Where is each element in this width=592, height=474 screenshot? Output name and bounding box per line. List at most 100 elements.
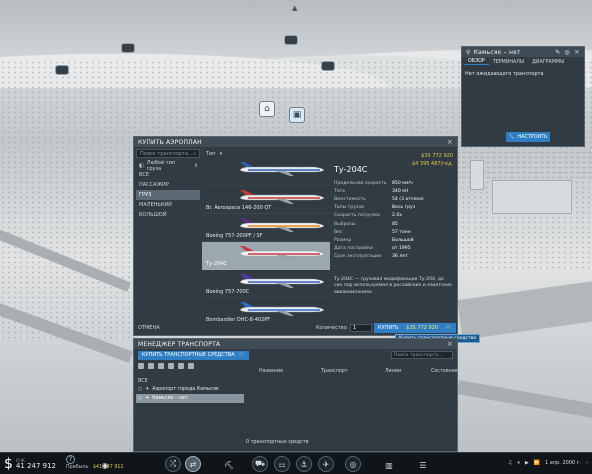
city-marker[interactable]: [56, 66, 68, 74]
vehicle-card[interactable]: Boeing 757-200PF / SF: [202, 214, 330, 242]
vehicle-manager-icon[interactable]: ⇄: [185, 456, 201, 472]
buy-vehicle-window: КУПИТЬ АЭРОПЛАН × Поиск транспорта... ⌕ …: [133, 136, 458, 336]
chevron-right-icon[interactable]: ›: [586, 460, 588, 466]
spec-key: Скорость погрузки: [334, 213, 380, 219]
city-marker[interactable]: [322, 62, 334, 70]
spec-row: Дата постройки от 1995: [334, 245, 454, 253]
locate-icon[interactable]: ◎: [564, 49, 569, 56]
close-icon[interactable]: ×: [447, 340, 453, 348]
money-display[interactable]: $ ОЧК 41 247 912: [4, 456, 56, 472]
spec-key: Дата постройки: [334, 246, 373, 252]
rail-icon[interactable]: ⚏: [274, 456, 290, 472]
spec-key: Вес: [334, 229, 343, 235]
info-titlebar[interactable]: ⚲ Камьсяк – нет ✎ ◎ ×: [462, 47, 584, 57]
spec-row: Предельная скорость 850 км/ч: [334, 179, 454, 187]
menu-icon[interactable]: ☰: [416, 459, 430, 471]
plane-icon[interactable]: [188, 363, 194, 369]
terrain-icon[interactable]: ◎: [345, 456, 361, 472]
water-icon[interactable]: ⚓: [296, 456, 312, 472]
station-tree: ВСЕ ○ ✈ Аэропорт города Камысяк ○ ✈ Камьсяк –…: [136, 377, 244, 403]
close-icon[interactable]: ×: [574, 48, 580, 56]
category-3[interactable]: МАЛЕНЬКИЙ: [136, 200, 200, 210]
road-icon[interactable]: ⛟: [252, 456, 268, 472]
radio-icon[interactable]: ○: [138, 387, 142, 392]
cargo-filter-dropdown[interactable]: ◧ Любой тип груза ⇕: [136, 160, 200, 172]
buy-label: КУПИТЬ: [378, 325, 399, 331]
column-header[interactable]: Транспорт: [321, 369, 385, 374]
manager-search-input[interactable]: Поиск транспорта...: [391, 351, 453, 359]
layers-icon[interactable]: ▥: [382, 459, 396, 471]
column-header[interactable]: Название: [259, 369, 321, 374]
spec-key: Предельная скорость: [334, 180, 387, 186]
vehicle-card[interactable]: Br. Aerospace 146-200 QT: [202, 186, 330, 214]
category-2[interactable]: ГРУЗ: [136, 190, 200, 200]
spec-value: Большой: [392, 237, 414, 243]
buy-window-titlebar[interactable]: КУПИТЬ АЭРОПЛАН ×: [134, 137, 457, 147]
spec-row: Тяга 340 кН: [334, 187, 454, 195]
compass-icon[interactable]: ▲: [292, 4, 297, 12]
wrench-icon: 🔧: [508, 134, 515, 140]
configure-button[interactable]: 🔧 НАСТРОИТЬ: [506, 132, 550, 142]
city-marker[interactable]: [122, 44, 134, 52]
music-icon[interactable]: ♫: [508, 460, 512, 466]
tram-icon[interactable]: [158, 363, 164, 369]
city-marker[interactable]: [285, 36, 297, 44]
radio-icon[interactable]: ○: [138, 396, 142, 401]
ship-icon[interactable]: [178, 363, 184, 369]
category-4[interactable]: БОЛЬШОЙ: [136, 210, 200, 220]
help-icon[interactable]: ?: [66, 455, 75, 464]
list-view-icon[interactable]: [138, 363, 144, 369]
tab-0[interactable]: ОБЗОР: [464, 59, 489, 65]
plane-image: [239, 162, 325, 176]
info-message: Нет ожидающего транспорта: [465, 71, 544, 77]
spec-value: 85: [392, 221, 398, 227]
cargo-icon[interactable]: ▣: [289, 107, 305, 123]
buy-button[interactable]: КУПИТЬ $35 772 920 🛒: [374, 323, 456, 333]
tab-2[interactable]: ДИАГРАММЫ: [528, 60, 568, 65]
plane-image: [239, 218, 325, 232]
spec-value: 57 тонн: [392, 229, 411, 235]
station-item[interactable]: ○ ✈ Камьсяк – нет: [136, 394, 244, 403]
fast-forward-icon[interactable]: ⏩: [534, 460, 540, 466]
spec-key: Тяга: [334, 188, 345, 194]
category-1[interactable]: ПАССАЖИР: [136, 180, 200, 190]
pause-icon[interactable]: ⏸: [517, 460, 520, 466]
bulldozer-icon[interactable]: ⛏: [222, 459, 236, 471]
spec-key: Вместимость: [334, 196, 366, 202]
vehicle-card[interactable]: Boeing 757-700С: [202, 270, 330, 298]
buy-vehicles-button[interactable]: КУПИТЬ ТРАНСПОРТНЫЕ СРЕДСТВА 🛒: [138, 350, 249, 360]
sort-dropdown[interactable]: Тип ▾: [202, 149, 330, 158]
column-header[interactable]: Линии: [385, 369, 431, 374]
airport-icon: ✈: [145, 387, 150, 392]
lines-icon[interactable]: ⤮: [165, 456, 181, 472]
play-icon[interactable]: ▶: [525, 460, 529, 466]
vehicle-description: Ту-204С — грузовая модификация Ту-204, д…: [334, 277, 452, 295]
vehicle-list[interactable]: Тип ▾ Br. Aerospace 146-200 QT Boeing 757…: [202, 149, 330, 321]
tab-1[interactable]: ТЕРМИНАЛЫ: [489, 60, 528, 65]
bottom-toolbar: $ ОЧК 41 247 912 ? Прибыль $41 247 912 ◉…: [0, 452, 592, 474]
vehicle-card[interactable]: Bombardier DHC-8-402PF: [202, 298, 330, 321]
bus-icon[interactable]: [148, 363, 154, 369]
quantity-field[interactable]: 1: [350, 324, 372, 332]
category-0[interactable]: ВСЕ: [136, 170, 200, 180]
column-header[interactable]: Состояние: [431, 369, 458, 374]
quantity-label: Количество: [316, 325, 347, 331]
station-item[interactable]: ○ ✈ Аэропорт города Камысяк: [136, 385, 244, 394]
vehicle-name: Boeing 757-200PF / SF: [206, 233, 263, 239]
speed-icon[interactable]: ◉: [98, 459, 112, 471]
vehicle-card[interactable]: Ту-204С: [202, 242, 330, 270]
cancel-button[interactable]: ОТМЕНА: [138, 325, 160, 331]
airport-icon[interactable]: ⌂: [259, 101, 275, 117]
air-icon[interactable]: ✈: [318, 456, 334, 472]
close-icon[interactable]: ×: [447, 138, 453, 146]
train-icon[interactable]: [168, 363, 174, 369]
spec-key: Типы грузов: [334, 205, 364, 211]
vehicle-search-input[interactable]: Поиск транспорта... ⌕: [136, 149, 200, 158]
taxiway: [456, 380, 592, 419]
edit-icon[interactable]: ✎: [555, 49, 560, 56]
vehicle-card[interactable]: [202, 158, 330, 186]
group-all[interactable]: ВСЕ: [136, 377, 244, 385]
spec-row: Скорость погрузки 2.0х: [334, 212, 454, 220]
manager-titlebar[interactable]: МЕНЕДЖЕР ТРАНСПОРТА ×: [134, 339, 457, 349]
apron: [457, 280, 592, 340]
